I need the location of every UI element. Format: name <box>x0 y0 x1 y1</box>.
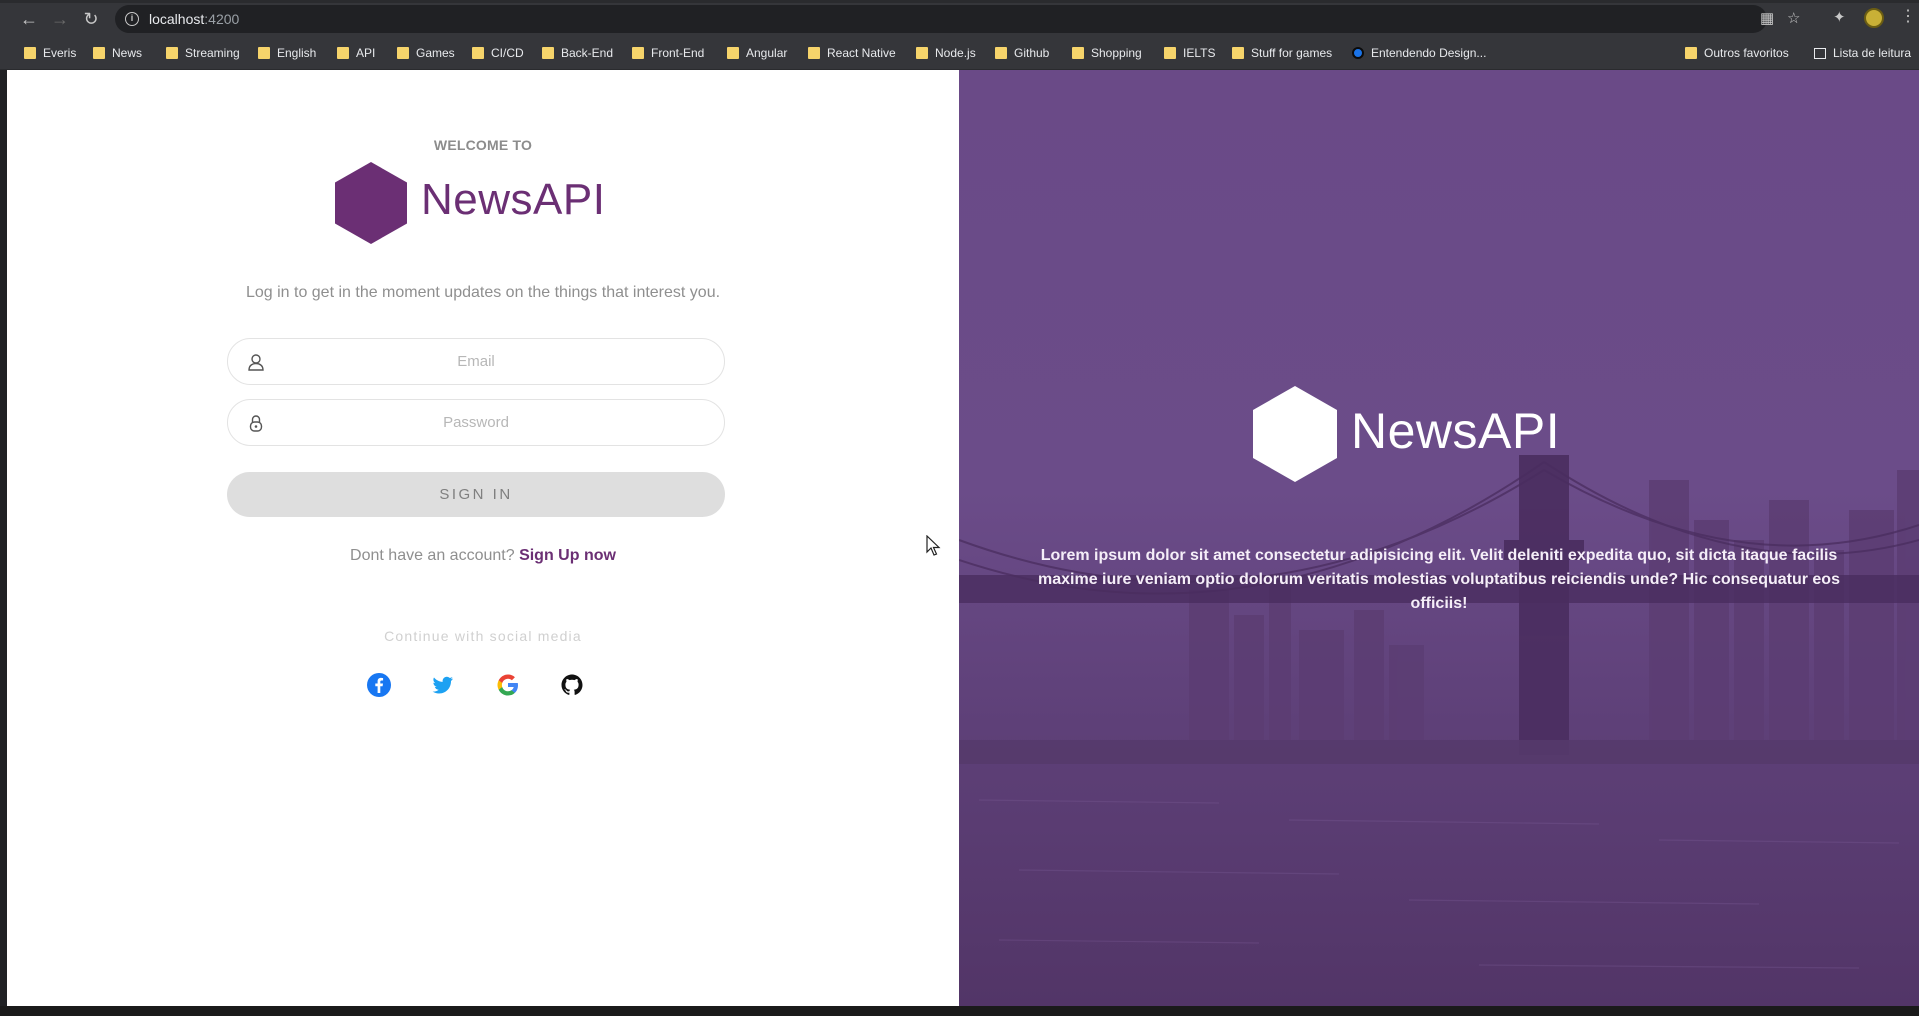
bookmark-folder[interactable]: Front-End <box>632 44 704 62</box>
bookmark-link[interactable]: Entendendo Design... <box>1352 44 1486 62</box>
os-taskbar <box>0 1006 1919 1016</box>
folder-icon <box>1164 47 1176 59</box>
hero-description: Lorem ipsum dolor sit amet consectetur a… <box>1038 547 1840 612</box>
hexagon-logo-icon <box>335 162 407 244</box>
welcome-heading: WELCOME TO <box>433 137 533 153</box>
hero-brand-name: NewsAPI <box>1351 403 1561 459</box>
email-input[interactable] <box>228 339 724 384</box>
bookmark-folder[interactable]: Games <box>397 44 455 62</box>
folder-icon <box>1685 47 1697 59</box>
sign-in-button[interactable]: SIGN IN <box>227 472 725 517</box>
signup-prompt-row: Dont have an account? Sign Up now <box>7 547 959 565</box>
bookmark-folder[interactable]: IELTS <box>1164 44 1215 62</box>
browser-menu-icon[interactable]: ⋮ <box>1900 7 1916 27</box>
reading-list-icon <box>1814 47 1826 59</box>
folder-icon <box>1072 47 1084 59</box>
facebook-icon[interactable] <box>366 672 392 698</box>
bookmark-folder[interactable]: English <box>258 44 316 62</box>
back-icon[interactable]: ← <box>16 7 42 31</box>
bookmark-folder[interactable]: Back-End <box>542 44 613 62</box>
site-favicon-icon <box>1352 47 1364 59</box>
bookmark-folder[interactable]: Node.js <box>916 44 976 62</box>
password-input[interactable] <box>228 400 724 445</box>
folder-icon <box>1232 47 1244 59</box>
login-tagline: Log in to get in the moment updates on t… <box>245 284 721 301</box>
bookmark-folder[interactable]: Streaming <box>166 44 240 62</box>
site-info-icon[interactable]: i <box>125 12 139 26</box>
bookmark-folder[interactable]: Everis <box>24 44 76 62</box>
bookmark-folder[interactable]: React Native <box>808 44 896 62</box>
social-media-caption: Continue with social media <box>384 628 582 644</box>
password-field[interactable] <box>227 399 725 446</box>
city-bridge-background <box>959 455 1919 969</box>
sign-up-link[interactable]: Sign Up now <box>519 547 616 564</box>
address-bar[interactable]: i localhost:4200 ▦ ☆ <box>115 5 1800 33</box>
bookmark-folder[interactable]: Stuff for games <box>1232 44 1332 62</box>
folder-icon <box>93 47 105 59</box>
folder-icon <box>24 47 36 59</box>
folder-icon <box>727 47 739 59</box>
folder-icon <box>542 47 554 59</box>
page-viewport: WELCOME TO NewsAPI Log in to get in the … <box>7 70 1919 1006</box>
bookmark-folder[interactable]: News <box>93 44 142 62</box>
bookmark-folder[interactable]: Github <box>995 44 1049 62</box>
folder-icon <box>258 47 270 59</box>
github-icon[interactable] <box>559 672 585 698</box>
brand-name: NewsAPI <box>421 175 606 224</box>
hero-panel: NewsAPI Lorem ipsum dolor sit amet conse… <box>959 70 1919 1006</box>
folder-icon <box>337 47 349 59</box>
bookmark-folder[interactable]: Angular <box>727 44 787 62</box>
browser-toolbar: ← → ↻ i localhost:4200 ▦ ☆ ✦ ⋮ <box>0 0 1919 36</box>
extensions-icon[interactable]: ✦ <box>1833 8 1846 28</box>
folder-icon <box>808 47 820 59</box>
login-panel: WELCOME TO NewsAPI Log in to get in the … <box>7 70 959 1006</box>
url-text: localhost:4200 <box>149 11 240 27</box>
folder-icon <box>995 47 1007 59</box>
bookmark-star-icon[interactable]: ☆ <box>1787 11 1800 27</box>
twitter-icon[interactable] <box>430 672 456 698</box>
bookmark-folder[interactable]: Shopping <box>1072 44 1142 62</box>
tab-strip <box>0 0 1919 3</box>
bookmark-folder[interactable]: API <box>337 44 375 62</box>
bookmarks-bar: Everis News Streaming English API Games … <box>0 36 1919 70</box>
folder-icon <box>632 47 644 59</box>
mouse-cursor-icon <box>926 535 941 556</box>
email-field[interactable] <box>227 338 725 385</box>
reload-icon[interactable]: ↻ <box>78 7 104 31</box>
forward-icon[interactable]: → <box>47 7 73 31</box>
profile-avatar[interactable] <box>1864 8 1884 28</box>
folder-icon <box>916 47 928 59</box>
folder-icon <box>472 47 484 59</box>
bookmark-folder[interactable]: CI/CD <box>472 44 524 62</box>
reading-list-button[interactable]: Lista de leitura <box>1814 44 1911 62</box>
folder-icon <box>166 47 178 59</box>
other-bookmarks-folder[interactable]: Outros favoritos <box>1685 44 1789 62</box>
folder-icon <box>397 47 409 59</box>
qr-code-icon[interactable]: ▦ <box>1760 11 1774 27</box>
signup-prompt: Dont have an account? <box>350 547 515 564</box>
google-icon[interactable] <box>495 672 521 698</box>
